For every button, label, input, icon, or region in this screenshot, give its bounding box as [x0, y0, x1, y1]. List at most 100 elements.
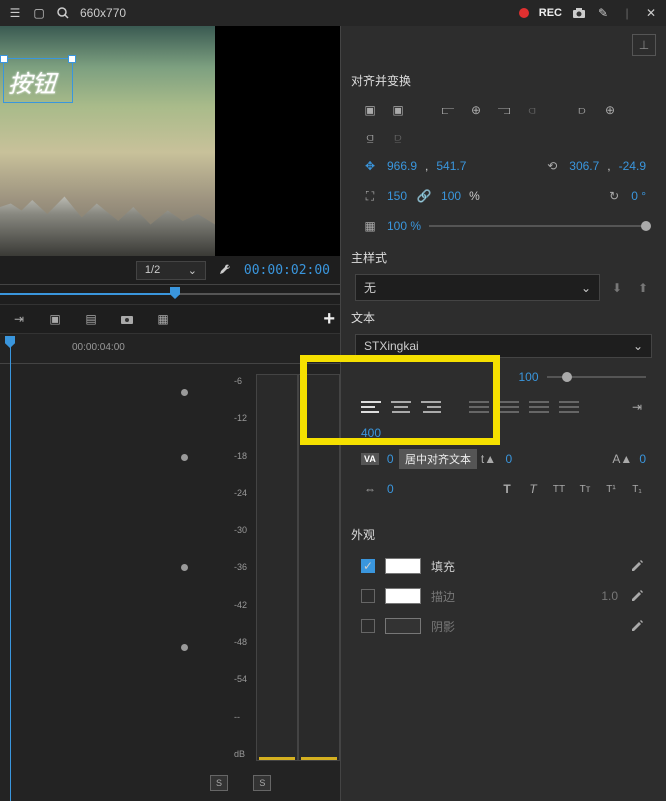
- font-select[interactable]: STXingkai ⌄: [355, 334, 652, 358]
- superscript-icon[interactable]: T¹: [602, 480, 620, 498]
- leading[interactable]: 0: [506, 452, 513, 466]
- tracking[interactable]: 0: [387, 452, 394, 466]
- camera-icon[interactable]: [572, 6, 586, 20]
- align-left-icon[interactable]: ⫍: [439, 101, 457, 119]
- push-style-icon[interactable]: ⬇: [608, 279, 626, 297]
- shadow-checkbox[interactable]: [361, 619, 375, 633]
- anchor-icon: ⟲: [543, 157, 561, 175]
- snapshot-icon[interactable]: [118, 310, 136, 328]
- stroke-checkbox[interactable]: [361, 589, 375, 603]
- pin-button[interactable]: ⊥: [632, 34, 656, 56]
- pull-style-icon[interactable]: ⬆: [634, 279, 652, 297]
- size-slider[interactable]: [547, 376, 646, 378]
- opacity[interactable]: 100 %: [387, 219, 421, 233]
- section-appearance[interactable]: 外观: [351, 518, 656, 551]
- align-right-icon[interactable]: ⫎: [495, 101, 513, 119]
- font-size[interactable]: 100: [519, 370, 539, 384]
- style-select[interactable]: 无 ⌄: [355, 274, 600, 301]
- shadow-label: 阴影: [431, 618, 455, 635]
- text-justify-left[interactable]: [469, 399, 489, 415]
- program-monitor[interactable]: 按钮: [0, 26, 340, 256]
- timeline-tracks[interactable]: -6 -12 -18 -24 -30 -36 -42 -48 -54 -- dB: [210, 334, 340, 801]
- pin-icon: ⊥: [639, 38, 649, 52]
- text-align-center[interactable]: [391, 399, 411, 415]
- close-icon[interactable]: ✕: [644, 6, 658, 20]
- solo-button[interactable]: S: [210, 775, 228, 791]
- stroke-width[interactable]: 1.0: [601, 589, 618, 603]
- timecode[interactable]: 00:00:02:00: [244, 263, 330, 278]
- fill-swatch[interactable]: [385, 558, 421, 574]
- keyframe-marker[interactable]: [181, 389, 188, 396]
- text-align-left[interactable]: [361, 399, 381, 415]
- keyframe-marker[interactable]: [181, 564, 188, 571]
- align-vcenter-icon[interactable]: ⊕: [601, 101, 619, 119]
- record-indicator-icon: [519, 8, 529, 18]
- small-caps-icon[interactable]: Tᴛ: [576, 480, 594, 498]
- faux-bold-icon[interactable]: T: [498, 480, 516, 498]
- link-icon[interactable]: 🔗: [415, 187, 433, 205]
- shadow-swatch[interactable]: [385, 618, 421, 634]
- text-align-right[interactable]: [421, 399, 441, 415]
- eyedropper-icon[interactable]: [628, 557, 646, 575]
- chevron-down-icon: ⌄: [581, 281, 591, 295]
- align-top-icon[interactable]: ⫐: [573, 101, 591, 119]
- scale-h[interactable]: 100: [441, 189, 461, 203]
- align-bottom-icon[interactable]: ⫑: [361, 129, 379, 147]
- leading-icon: t▲: [480, 450, 498, 468]
- va-icon: VA: [361, 453, 379, 465]
- subscript-icon[interactable]: T₁: [628, 480, 646, 498]
- title-text[interactable]: 按钮: [8, 64, 56, 99]
- anchor-y[interactable]: -24.9: [619, 159, 646, 173]
- section-align-transform[interactable]: 对齐并变换: [351, 64, 656, 97]
- rotation-icon: ↻: [605, 187, 623, 205]
- opacity-slider[interactable]: [429, 225, 646, 227]
- eyedropper-icon[interactable]: [628, 617, 646, 635]
- keyframe-marker[interactable]: [181, 454, 188, 461]
- section-master-styles[interactable]: 主样式: [351, 241, 656, 274]
- position-icon: ✥: [361, 157, 379, 175]
- add-button[interactable]: +: [323, 308, 335, 331]
- align-hcenter-icon[interactable]: ⊕: [467, 101, 485, 119]
- playhead-icon[interactable]: [170, 287, 180, 299]
- anchor-x[interactable]: 306.7: [569, 159, 599, 173]
- ruler-time: 00:00:04:00: [72, 342, 125, 353]
- all-caps-icon[interactable]: TT: [550, 480, 568, 498]
- faux-italic-icon[interactable]: T: [524, 480, 542, 498]
- baseline[interactable]: 0: [639, 452, 646, 466]
- rotation[interactable]: 0 °: [631, 189, 646, 203]
- scale-w[interactable]: 150: [387, 189, 407, 203]
- solo-button[interactable]: S: [253, 775, 271, 791]
- overwrite-icon[interactable]: ▣: [46, 310, 64, 328]
- text-justify-right[interactable]: [529, 399, 549, 415]
- track-headers[interactable]: 00:00:04:00: [0, 334, 210, 801]
- opacity-icon: ▦: [361, 217, 379, 235]
- fill-checkbox[interactable]: ✓: [361, 559, 375, 573]
- export-frame-icon[interactable]: ▤: [82, 310, 100, 328]
- distribute-v-icon: ⫒: [389, 129, 407, 147]
- zoom-dropdown[interactable]: 1/2 ⌄: [136, 261, 206, 280]
- position-y[interactable]: 541.7: [436, 159, 466, 173]
- search-icon[interactable]: [56, 6, 70, 20]
- position-x[interactable]: 966.9: [387, 159, 417, 173]
- text-justify-all[interactable]: [559, 399, 579, 415]
- align-box-left-icon[interactable]: ▣: [361, 101, 379, 119]
- window-icon[interactable]: ▢: [32, 6, 46, 20]
- fill-label: 填充: [431, 558, 455, 575]
- kerning[interactable]: 400: [361, 426, 381, 440]
- section-text[interactable]: 文本: [351, 301, 656, 334]
- scrubber[interactable]: [0, 284, 340, 304]
- tsume[interactable]: 0: [387, 482, 394, 496]
- tab-icon: ⇥: [628, 398, 646, 416]
- menu-icon[interactable]: ☰: [8, 6, 22, 20]
- stroke-swatch[interactable]: [385, 588, 421, 604]
- keyframe-marker[interactable]: [181, 644, 188, 651]
- eyedropper-icon[interactable]: [628, 587, 646, 605]
- text-justify-center[interactable]: [499, 399, 519, 415]
- comparison-icon[interactable]: ▦: [154, 310, 172, 328]
- distribute-h-icon: ⫏: [523, 101, 541, 119]
- align-box-right-icon[interactable]: ▣: [389, 101, 407, 119]
- chevron-down-icon: ⌄: [633, 339, 643, 353]
- insert-icon[interactable]: ⇥: [10, 310, 28, 328]
- edit-icon[interactable]: ✎: [596, 6, 610, 20]
- wrench-icon[interactable]: [218, 263, 232, 277]
